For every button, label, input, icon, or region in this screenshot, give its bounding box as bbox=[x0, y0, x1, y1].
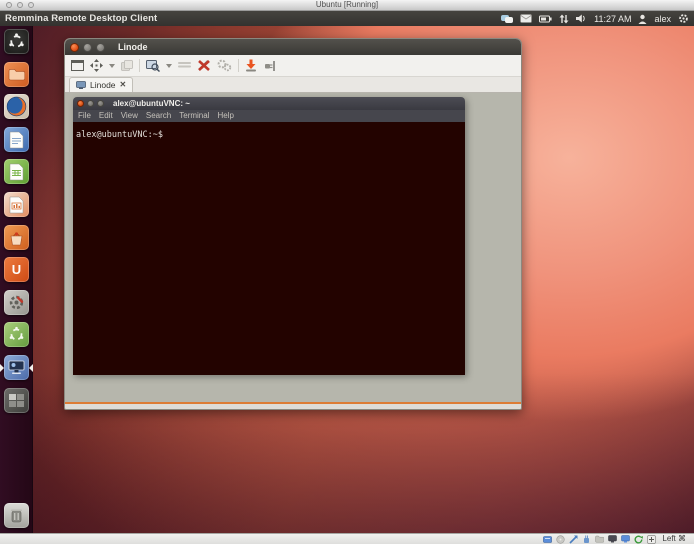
battery-icon[interactable] bbox=[539, 15, 552, 23]
tools-icon[interactable] bbox=[197, 59, 211, 72]
libreoffice-impress-icon[interactable] bbox=[4, 192, 29, 217]
desktop-wallpaper: U Linode bbox=[0, 26, 694, 533]
network-updown-icon[interactable] bbox=[559, 14, 569, 24]
active-app-title[interactable]: Remmina Remote Desktop Client bbox=[5, 13, 157, 24]
remmina-minimize-button[interactable] bbox=[83, 43, 92, 52]
minimize-to-tray-icon[interactable] bbox=[245, 59, 257, 72]
system-settings-icon[interactable] bbox=[4, 290, 29, 315]
fit-window-icon[interactable] bbox=[90, 59, 103, 72]
menu-view[interactable]: View bbox=[121, 112, 138, 120]
mouse-integration-icon[interactable] bbox=[647, 535, 656, 544]
usb-devices-icon[interactable] bbox=[582, 535, 591, 544]
terminal-title: alex@ubuntuVNC: ~ bbox=[113, 99, 190, 108]
virtualbox-statusbar: Left ⌘ bbox=[0, 533, 694, 544]
virtualbox-guest-screen: Ubuntu [Running] Remmina Remote Desktop … bbox=[0, 0, 694, 544]
optical-drives-icon[interactable] bbox=[556, 535, 565, 544]
network-adapters-icon[interactable] bbox=[569, 535, 578, 544]
disconnect-plug-icon[interactable] bbox=[263, 60, 275, 72]
magnify-display-icon[interactable] bbox=[146, 60, 160, 72]
display-icon[interactable] bbox=[621, 535, 630, 544]
trash-icon[interactable] bbox=[4, 503, 29, 528]
messaging-icon[interactable] bbox=[501, 14, 513, 24]
host-zoom-button[interactable] bbox=[28, 2, 34, 8]
remote-desktop-edge-line bbox=[65, 402, 521, 404]
terminal-body[interactable]: alex@ubuntuVNC:~$ bbox=[73, 122, 465, 375]
libreoffice-writer-icon[interactable] bbox=[4, 127, 29, 152]
hard-disks-icon[interactable] bbox=[543, 535, 552, 544]
session-gear-icon[interactable] bbox=[678, 13, 689, 24]
clock[interactable]: 11:27 AM bbox=[594, 14, 631, 24]
toolbar-separator bbox=[238, 59, 239, 72]
user-menu[interactable]: alex bbox=[654, 14, 671, 24]
ubuntu-dash-icon[interactable] bbox=[4, 29, 29, 54]
tab-label: Linode bbox=[90, 80, 116, 90]
workspace-switcher-icon[interactable] bbox=[4, 388, 29, 413]
terminal-window: alex@ubuntuVNC: ~ File Edit View Search … bbox=[73, 97, 465, 375]
features-icon[interactable] bbox=[634, 535, 643, 544]
fit-window-dropdown-icon[interactable] bbox=[109, 64, 115, 68]
menu-file[interactable]: File bbox=[78, 112, 91, 120]
home-folder-icon[interactable] bbox=[4, 62, 29, 87]
ubuntu-one-icon[interactable]: U bbox=[4, 257, 29, 282]
remmina-window-title: Linode bbox=[118, 42, 148, 52]
host-close-button[interactable] bbox=[6, 2, 12, 8]
shared-folders-icon[interactable] bbox=[595, 535, 604, 544]
tab-linode[interactable]: Linode ✕ bbox=[69, 77, 133, 92]
software-updater-icon[interactable] bbox=[4, 322, 29, 347]
terminal-maximize-button[interactable] bbox=[97, 100, 104, 107]
firefox-icon[interactable] bbox=[4, 94, 29, 119]
menu-search[interactable]: Search bbox=[146, 112, 171, 120]
remmina-tabbar: Linode ✕ bbox=[65, 77, 521, 93]
menu-help[interactable]: Help bbox=[217, 112, 233, 120]
magnify-dropdown-icon[interactable] bbox=[166, 64, 172, 68]
gears-icon[interactable] bbox=[217, 59, 232, 72]
terminal-prompt: alex@ubuntuVNC:~$ bbox=[76, 130, 168, 140]
host-key-label: Left ⌘ bbox=[662, 535, 686, 543]
volume-icon[interactable] bbox=[576, 14, 587, 23]
fullscreen-icon[interactable] bbox=[71, 60, 84, 71]
terminal-minimize-button[interactable] bbox=[87, 100, 94, 107]
menu-edit[interactable]: Edit bbox=[99, 112, 113, 120]
scaled-mode-icon[interactable] bbox=[121, 60, 133, 71]
terminal-menubar: File Edit View Search Terminal Help bbox=[73, 110, 465, 122]
indicator-area: 11:27 AM alex bbox=[501, 13, 689, 24]
ubuntu-software-center-icon[interactable] bbox=[4, 225, 29, 250]
remmina-toolbar bbox=[65, 55, 521, 77]
host-window-title: Ubuntu [Running] bbox=[0, 0, 694, 10]
vnc-remote-desktop[interactable]: alex@ubuntuVNC: ~ File Edit View Search … bbox=[65, 93, 521, 402]
remmina-titlebar[interactable]: Linode bbox=[65, 39, 521, 55]
libreoffice-calc-icon[interactable] bbox=[4, 159, 29, 184]
terminal-close-button[interactable] bbox=[77, 100, 84, 107]
host-window-titlebar[interactable]: Ubuntu [Running] bbox=[0, 0, 694, 11]
launcher-running-arrow bbox=[0, 364, 4, 372]
remmina-close-button[interactable] bbox=[70, 43, 79, 52]
tab-monitor-icon bbox=[76, 81, 86, 89]
remmina-window: Linode bbox=[64, 38, 522, 410]
remmina-maximize-button[interactable] bbox=[96, 43, 105, 52]
remmina-launcher-icon[interactable] bbox=[4, 355, 29, 380]
ubuntu-top-panel: Remmina Remote Desktop Client 11:27 AM a… bbox=[0, 11, 694, 26]
menu-terminal[interactable]: Terminal bbox=[179, 112, 209, 120]
keyboard-grab-icon[interactable] bbox=[178, 61, 191, 70]
email-icon[interactable] bbox=[520, 14, 532, 23]
host-minimize-button[interactable] bbox=[17, 2, 23, 8]
terminal-titlebar[interactable]: alex@ubuntuVNC: ~ bbox=[73, 97, 465, 110]
unity-launcher: U bbox=[0, 26, 33, 533]
host-window-controls[interactable] bbox=[6, 2, 34, 8]
toolbar-separator bbox=[139, 59, 140, 72]
ubuntu-one-glyph: U bbox=[12, 262, 21, 277]
display-small-icon[interactable] bbox=[608, 535, 617, 544]
launcher-focused-arrow bbox=[29, 364, 33, 372]
tab-close-icon[interactable]: ✕ bbox=[120, 81, 127, 89]
user-icon bbox=[638, 14, 647, 24]
